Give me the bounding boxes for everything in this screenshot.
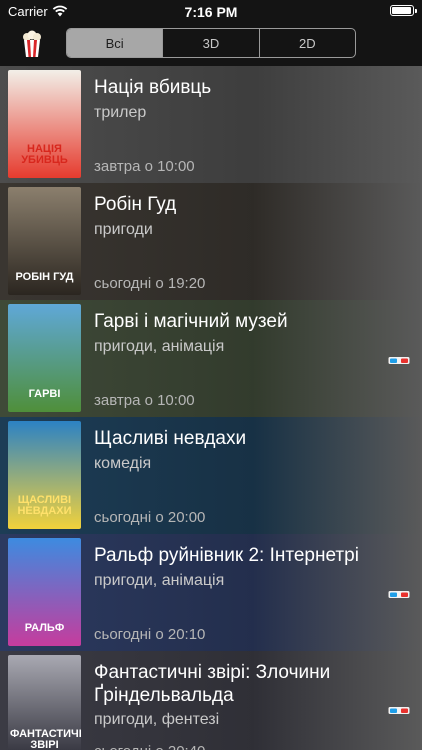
- poster-title: Фантастичні звірі: [10, 728, 81, 750]
- movie-genre: трилер: [94, 104, 147, 121]
- movie-title: Ральф руйнівник 2: Інтернетрі: [94, 545, 359, 566]
- movie-showtime: сьогодні о 20:10: [94, 626, 206, 643]
- movie-showtime: сьогодні о 20:00: [94, 509, 206, 526]
- poster-title: Гарві: [28, 388, 61, 400]
- 3d-glasses-icon: [388, 357, 410, 364]
- movie-title: Робін Гуд: [94, 194, 177, 215]
- movie-poster: Ральф: [8, 538, 81, 646]
- movie-row[interactable]: Щасливі невдахи Щасливі невдахи комедія сьо…: [0, 417, 422, 534]
- movie-genre: комедія: [94, 455, 152, 472]
- movie-row[interactable]: Робін Гуд Робін Гуд пригоди сьогодні о 19:2…: [0, 183, 422, 300]
- movie-showtime: сьогодні о 20:40: [94, 743, 205, 750]
- movie-genre: пригоди, анімація: [94, 572, 225, 589]
- poster-title: Ральф: [24, 622, 65, 634]
- poster-title: Робін Гуд: [15, 271, 74, 283]
- movie-title: Нація вбивць: [94, 77, 212, 98]
- movie-list[interactable]: Нація убивць Нація вбивць трилер завтра о 1…: [0, 66, 422, 750]
- movie-row[interactable]: Ральф Ральф руйнівник 2: Інтернетрі пригод…: [0, 534, 422, 651]
- movie-showtime: завтра о 10:00: [94, 392, 195, 409]
- movie-title: Фантастичні звірі: Злочини Ґріндельвальд…: [94, 662, 331, 706]
- segment-2d[interactable]: 2D: [258, 29, 355, 57]
- battery-fill: [392, 7, 411, 14]
- movie-row[interactable]: Нація убивць Нація вбивць трилер завтра о 1…: [0, 66, 422, 183]
- movie-genre: пригоди, анімація: [94, 338, 225, 355]
- movie-row[interactable]: Фантастичні звірі Фантастичні звірі: Злоч…: [0, 651, 422, 750]
- movie-poster: Робін Гуд: [8, 187, 81, 295]
- movie-row[interactable]: Гарві Гарві і магічний музей пригоди, анім…: [0, 300, 422, 417]
- movie-showtime: завтра о 10:00: [94, 158, 195, 175]
- movie-genre: пригоди: [94, 221, 153, 238]
- movie-genre: пригоди, фентезі: [94, 711, 220, 728]
- 3d-glasses-icon: [388, 591, 410, 598]
- poster-title: Нація убивць: [21, 143, 68, 166]
- movie-poster: Фантастичні звірі: [8, 655, 81, 750]
- movie-poster: Гарві: [8, 304, 81, 412]
- navigation-bar: Всі 3D 2D: [0, 22, 422, 66]
- movie-title: Гарві і магічний музей: [94, 311, 288, 332]
- movie-poster: Щасливі невдахи: [8, 421, 81, 529]
- clock: 7:16 PM: [184, 4, 238, 20]
- status-bar: Carrier 7:16 PM: [0, 0, 422, 22]
- movie-showtime: сьогодні о 19:20: [94, 275, 206, 292]
- movie-title: Щасливі невдахи: [94, 428, 247, 449]
- segment-всі[interactable]: Всі: [67, 29, 163, 57]
- popcorn-icon[interactable]: [22, 30, 42, 58]
- poster-title: Щасливі невдахи: [17, 494, 72, 517]
- format-filter-segmented-control: Всі 3D 2D: [66, 28, 356, 58]
- segment-3d[interactable]: 3D: [162, 29, 258, 57]
- movie-poster: Нація убивць: [8, 70, 81, 178]
- 3d-glasses-icon: [388, 707, 410, 714]
- battery-icon: [390, 5, 417, 16]
